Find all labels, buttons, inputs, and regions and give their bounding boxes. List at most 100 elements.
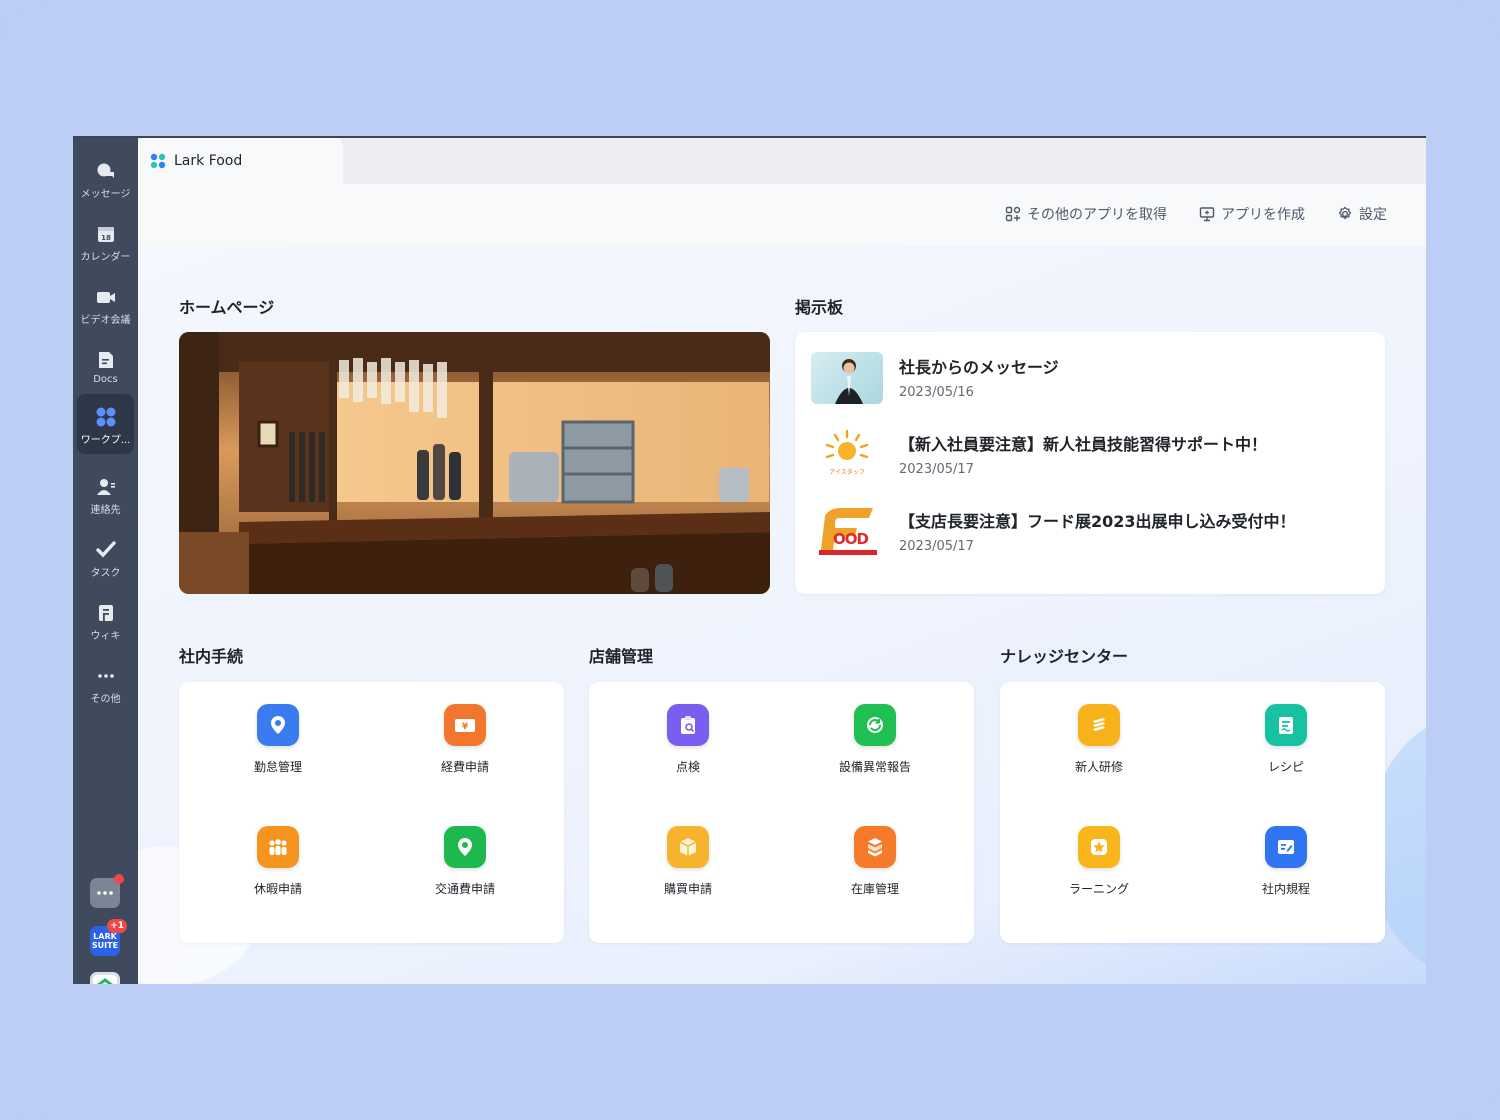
svg-text:18: 18 <box>101 234 111 242</box>
sidebar-item-label: メッセージ <box>80 189 131 200</box>
app-label: 点検 <box>675 760 700 774</box>
calendar-icon: 18 <box>95 223 117 245</box>
app-equipment-report[interactable]: 設備異常報告 <box>815 704 935 784</box>
mini-app-button[interactable] <box>90 972 120 984</box>
workplace-toolbar: その他のアプリを取得 アプリを作成 設定 <box>138 184 1426 246</box>
location-pin-icon <box>257 704 299 746</box>
app-inspection[interactable]: 点検 <box>628 704 748 784</box>
lark-suite-label: SUITE <box>91 941 119 950</box>
docs-icon <box>95 349 117 371</box>
contacts-icon <box>95 476 117 498</box>
yen-ticket-icon: ¥ <box>444 704 486 746</box>
board-item-date: 2023/05/16 <box>899 385 974 400</box>
food-expo-logo-thumbnail: OOD <box>811 506 883 558</box>
homepage-banner-image[interactable] <box>179 332 770 594</box>
gear-icon <box>1338 206 1352 220</box>
sidebar-item-video-meeting[interactable]: ビデオ会議 <box>77 274 134 332</box>
app-label: 交通費申請 <box>434 882 495 896</box>
get-more-apps-label: その他のアプリを取得 <box>1027 207 1167 223</box>
store-management-card: 点検 設備異常報告 購買申請 在庫管理 <box>589 682 974 943</box>
clipboard-search-icon <box>667 704 709 746</box>
board-item-title: 【支店長要注意】フード展2023出展申し込み受付中！ <box>899 512 1296 531</box>
sidebar-item-label: ワークプ... <box>80 435 131 446</box>
settings-button[interactable]: 設定 <box>1337 204 1387 224</box>
workplace-content: ホームページ 掲示板 社長からのメッセージ 2023/05/16 アイスタッフ … <box>138 246 1426 984</box>
board-item-title: 【新入社員要注意】新人社員技能習得サポート中！ <box>899 435 1268 454</box>
app-inventory[interactable]: 在庫管理 <box>815 826 935 906</box>
background-frame: メッセージ 18 カレンダー ビデオ会議 Docs ワークプ... 連絡先 タス… <box>0 0 1500 1120</box>
sidebar-item-messages[interactable]: メッセージ <box>77 148 134 206</box>
app-label: 勤怠管理 <box>253 760 302 774</box>
app-label: 社内規程 <box>1261 882 1310 896</box>
sidebar-item-workplace[interactable]: ワークプ... <box>77 394 134 454</box>
lark-suite-button[interactable]: LARK SUITE +1 <box>90 919 127 956</box>
bulletin-board-card: 社長からのメッセージ 2023/05/16 アイスタッフ 【新入社員要注意】新人… <box>795 332 1385 594</box>
app-purchase-request[interactable]: 購買申請 <box>628 826 748 906</box>
sidebar: メッセージ 18 カレンダー ビデオ会議 Docs ワークプ... 連絡先 タス… <box>73 138 138 984</box>
people-group-icon <box>257 826 299 868</box>
tab-bar: Lark Food <box>138 138 1426 184</box>
food-expo-logo-text: OOD <box>833 530 869 548</box>
app-leave-request[interactable]: 休暇申請 <box>218 826 338 906</box>
president-photo-thumbnail <box>811 352 883 404</box>
video-camera-icon <box>95 286 117 308</box>
app-attendance[interactable]: 勤怠管理 <box>218 704 338 784</box>
board-item[interactable]: OOD 【支店長要注意】フード展2023出展申し込み受付中！ 2023/05/1… <box>811 506 1369 564</box>
internal-procedures-card: 勤怠管理 ¥ 経費申請 休暇申請 交通費申請 <box>179 682 564 943</box>
board-item[interactable]: 社長からのメッセージ 2023/05/16 <box>811 352 1369 410</box>
app-expense[interactable]: ¥ 経費申請 <box>405 704 525 784</box>
sidebar-item-label: その他 <box>90 694 121 705</box>
sidebar-item-calendar[interactable]: 18 カレンダー <box>77 211 134 269</box>
rules-edit-icon <box>1265 826 1307 868</box>
section-title-store-management: 店舗管理 <box>589 647 654 666</box>
board-title: 掲示板 <box>795 298 844 317</box>
sidebar-item-wiki[interactable]: ウィキ <box>77 590 134 648</box>
app-learning[interactable]: ラーニング <box>1039 826 1159 906</box>
sidebar-item-label: タスク <box>90 568 121 579</box>
task-check-icon <box>95 539 117 561</box>
app-new-hire-training[interactable]: 新人研修 <box>1039 704 1159 784</box>
app-label: 在庫管理 <box>850 882 899 896</box>
create-app-button[interactable]: アプリを作成 <box>1199 204 1305 224</box>
tab-lark-food[interactable]: Lark Food <box>138 138 343 184</box>
svg-text:¥: ¥ <box>462 722 469 732</box>
app-travel-expense[interactable]: 交通費申請 <box>405 826 525 906</box>
sidebar-item-docs[interactable]: Docs <box>77 337 134 395</box>
app-recipe[interactable]: レシピ <box>1226 704 1346 784</box>
wiki-icon <box>95 602 117 624</box>
workplace-icon <box>150 153 166 169</box>
app-label: 設備異常報告 <box>838 760 911 774</box>
board-item-date: 2023/05/17 <box>899 539 974 554</box>
sidebar-item-tasks[interactable]: タスク <box>77 527 134 585</box>
app-window: メッセージ 18 カレンダー ビデオ会議 Docs ワークプ... 連絡先 タス… <box>73 136 1426 984</box>
sidebar-item-label: ビデオ会議 <box>80 315 131 326</box>
app-label: 購買申請 <box>663 882 712 896</box>
sidebar-item-more[interactable]: その他 <box>77 653 134 711</box>
monitor-icon <box>1199 207 1215 222</box>
notification-badge: +1 <box>107 919 127 933</box>
arrow-app-icon <box>97 978 113 984</box>
app-label: ラーニング <box>1068 882 1129 896</box>
app-company-rules[interactable]: 社内規程 <box>1226 826 1346 906</box>
chat-bubble-icon <box>95 160 117 182</box>
create-app-label: アプリを作成 <box>1221 207 1305 223</box>
board-item[interactable]: アイスタッフ 【新入社員要注意】新人社員技能習得サポート中！ 2023/05/1… <box>811 429 1369 487</box>
recipe-document-icon <box>1265 704 1307 746</box>
sidebar-item-label: ウィキ <box>90 631 121 642</box>
homepage-title: ホームページ <box>179 298 275 317</box>
get-more-apps-button[interactable]: その他のアプリを取得 <box>1005 204 1167 224</box>
sidebar-item-label: カレンダー <box>80 252 131 263</box>
sidebar-item-contacts[interactable]: 連絡先 <box>77 464 134 522</box>
sidebar-item-label: 連絡先 <box>90 505 121 516</box>
notification-dot <box>114 874 124 884</box>
chat-app-button[interactable] <box>90 874 124 908</box>
section-title-internal-procedures: 社内手続 <box>179 647 244 666</box>
layers-icon <box>1078 704 1120 746</box>
section-title-knowledge-center: ナレッジセンター <box>1000 647 1129 666</box>
workplace-icon <box>95 406 117 428</box>
app-label: レシピ <box>1267 760 1304 774</box>
restaurant-counter-illustration <box>179 332 770 594</box>
knowledge-center-card: 新人研修 レシピ ラーニング 社内規程 <box>1000 682 1385 943</box>
staff-logo-thumbnail: アイスタッフ <box>811 429 883 481</box>
app-label: 休暇申請 <box>253 882 302 896</box>
